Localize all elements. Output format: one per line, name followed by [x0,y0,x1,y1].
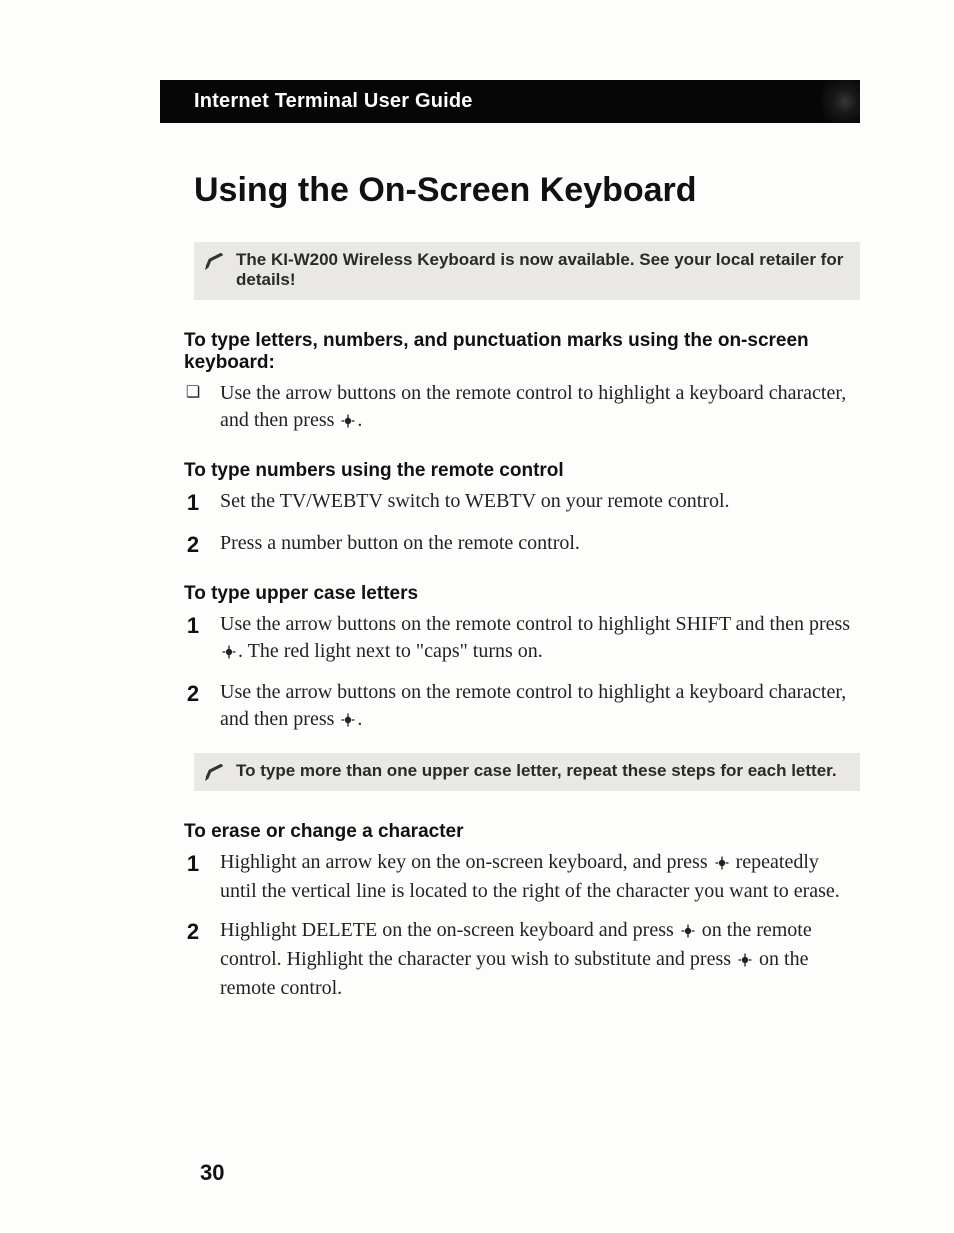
step-text: Use the arrow buttons on the remote cont… [220,611,860,667]
section-heading-erase: To erase or change a character [184,821,860,843]
list-item: 1 Set the TV/WEBTV switch to WEBTV on yo… [184,488,860,518]
page-number: 30 [200,1160,224,1186]
note-text: To type more than one upper case letter,… [236,761,837,781]
list-item: ❏ Use the arrow buttons on the remote co… [184,380,860,436]
section-heading-uppercase: To type upper case letters [184,583,860,605]
go-icon [341,409,355,436]
note-box-repeat: To type more than one upper case letter,… [194,753,860,791]
go-icon [715,851,729,878]
page-title: Using the On-Screen Keyboard [194,171,860,210]
step-number: 1 [184,488,202,518]
steps-list: 1 Use the arrow buttons on the remote co… [184,611,860,735]
page-content: Internet Terminal User Guide Using the O… [160,80,860,1020]
step-text: Use the arrow buttons on the remote cont… [220,679,860,735]
list-item: 2 Highlight DELETE on the on-screen keyb… [184,917,860,1002]
list-item: 1 Use the arrow buttons on the remote co… [184,611,860,667]
step-text: Press a number button on the remote cont… [220,530,860,560]
header-bar: Internet Terminal User Guide [160,80,860,123]
step-number: 1 [184,849,202,905]
go-icon [222,640,236,667]
section-heading-typing: To type letters, numbers, and punctuatio… [184,330,860,374]
section-heading-numbers: To type numbers using the remote control [184,460,860,482]
steps-list: 1 Highlight an arrow key on the on-scree… [184,849,860,1002]
step-number: 2 [184,917,202,1002]
go-icon [341,708,355,735]
list-item: 1 Highlight an arrow key on the on-scree… [184,849,860,905]
note-text: The KI-W200 Wireless Keyboard is now ava… [236,250,848,290]
list-item: 2 Press a number button on the remote co… [184,530,860,560]
bullet-text: Use the arrow buttons on the remote cont… [220,380,860,436]
step-number: 2 [184,679,202,735]
pen-icon [204,763,226,781]
step-text: Highlight an arrow key on the on-screen … [220,849,860,905]
steps-list: 1 Set the TV/WEBTV switch to WEBTV on yo… [184,488,860,559]
step-number: 2 [184,530,202,560]
step-text: Set the TV/WEBTV switch to WEBTV on your… [220,488,860,518]
go-icon [738,948,752,975]
bullet-icon: ❏ [184,380,202,436]
step-text: Highlight DELETE on the on-screen keyboa… [220,917,860,1002]
list-item: 2 Use the arrow buttons on the remote co… [184,679,860,735]
header-title: Internet Terminal User Guide [194,90,473,112]
note-box-availability: The KI-W200 Wireless Keyboard is now ava… [194,242,860,300]
pen-icon [204,252,226,270]
go-icon [681,919,695,946]
step-number: 1 [184,611,202,667]
bullet-list: ❏ Use the arrow buttons on the remote co… [184,380,860,436]
